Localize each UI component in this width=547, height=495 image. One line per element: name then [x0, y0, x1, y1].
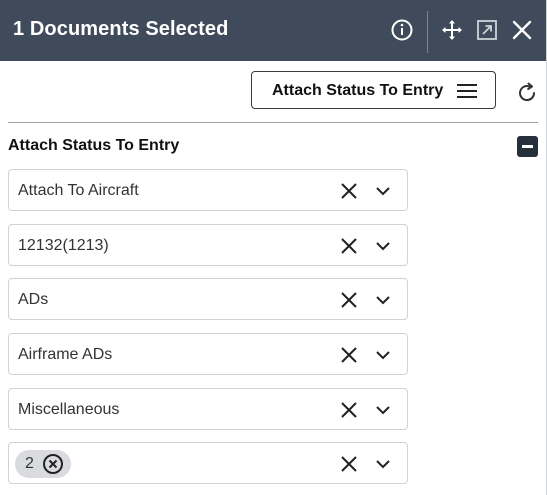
select-value: Attach To Aircraft — [18, 182, 139, 199]
select-value: Miscellaneous — [18, 401, 120, 418]
selected-chip: 2 — [15, 450, 71, 478]
category-select[interactable]: ADs — [8, 278, 408, 320]
attach-status-button-label: Attach Status To Entry — [272, 82, 444, 99]
section-title: Attach Status To Entry — [8, 137, 180, 154]
chevron-down-icon[interactable] — [374, 291, 392, 309]
attach-to-select[interactable]: Attach To Aircraft — [8, 169, 408, 211]
select-value: ADs — [18, 291, 49, 308]
menu-icon — [456, 82, 478, 105]
chevron-down-icon[interactable] — [374, 401, 392, 419]
clear-icon[interactable] — [339, 454, 359, 474]
info-icon[interactable] — [389, 17, 415, 43]
select-value: Airframe ADs — [18, 346, 113, 363]
panel-header: 1 Documents Selected — [0, 0, 546, 61]
header-divider — [427, 11, 428, 53]
chevron-down-icon[interactable] — [374, 182, 392, 200]
collapse-icon[interactable] — [517, 136, 538, 157]
close-icon[interactable] — [509, 17, 535, 43]
clear-icon[interactable] — [339, 345, 359, 365]
section-divider — [8, 122, 538, 123]
chip-label: 2 — [25, 455, 34, 472]
clear-icon[interactable] — [339, 236, 359, 256]
chevron-down-icon[interactable] — [374, 237, 392, 255]
document-panel: 1 Documents Selected Attach Status To En… — [0, 0, 547, 495]
multi-select[interactable]: 2 — [8, 442, 408, 484]
clear-icon[interactable] — [339, 400, 359, 420]
panel-title: 1 Documents Selected — [13, 18, 229, 40]
subcategory-select[interactable]: Airframe ADs — [8, 333, 408, 375]
clear-icon[interactable] — [339, 181, 359, 201]
remove-chip-icon[interactable] — [42, 453, 64, 475]
aircraft-select[interactable]: 12132(1213) — [8, 224, 408, 266]
clear-icon[interactable] — [339, 290, 359, 310]
attach-status-button[interactable]: Attach Status To Entry — [251, 71, 496, 109]
move-icon[interactable] — [439, 17, 465, 43]
refresh-icon[interactable] — [515, 81, 539, 105]
expand-icon[interactable] — [474, 17, 500, 43]
type-select[interactable]: Miscellaneous — [8, 388, 408, 430]
select-value: 12132(1213) — [18, 237, 109, 254]
chevron-down-icon[interactable] — [374, 346, 392, 364]
chevron-down-icon[interactable] — [374, 455, 392, 473]
